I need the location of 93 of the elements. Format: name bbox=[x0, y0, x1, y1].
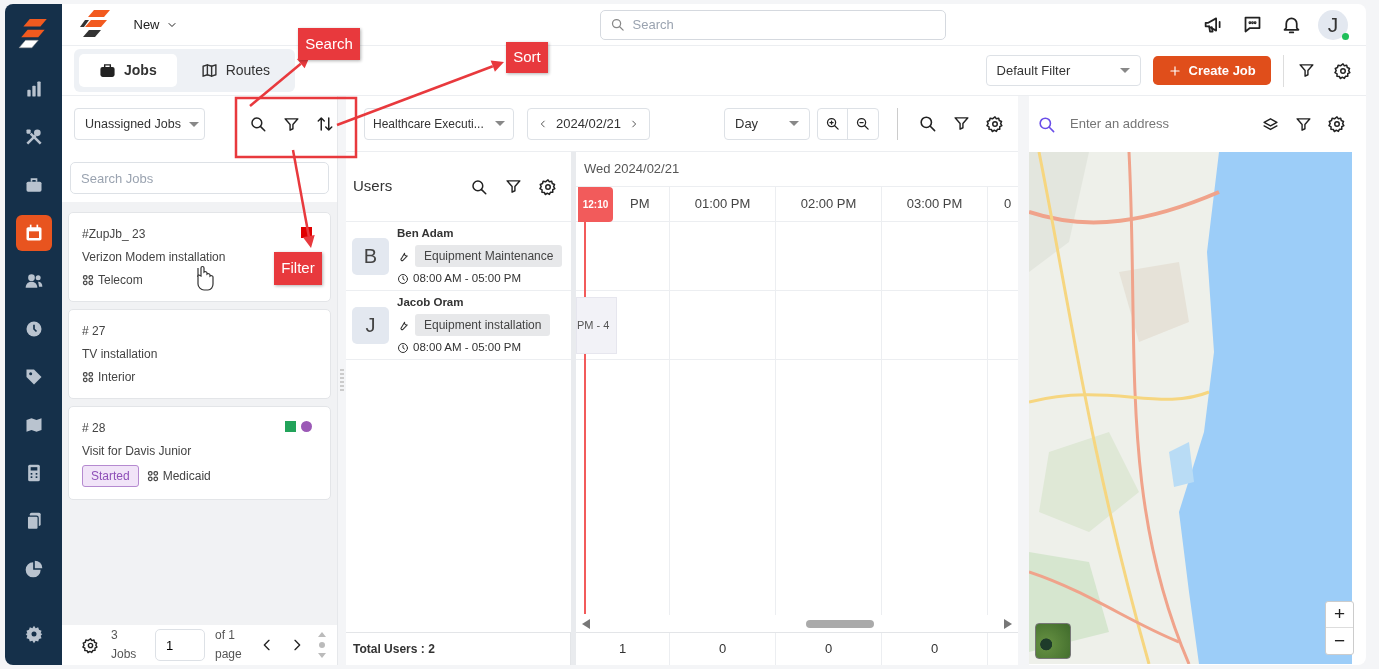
filter-icon bbox=[1297, 62, 1315, 79]
search-icon bbox=[609, 16, 625, 32]
job-category: Interior bbox=[98, 369, 136, 386]
filter-icon bbox=[505, 178, 522, 195]
search-icon bbox=[917, 114, 937, 133]
briefcase-icon bbox=[99, 62, 116, 79]
working-hours: 08:00 AM - 05:00 PM bbox=[413, 340, 522, 355]
hand-cursor-icon bbox=[197, 265, 214, 291]
settings-icon bbox=[23, 624, 44, 644]
count-cell-text: 1 bbox=[618, 640, 627, 659]
category-icon bbox=[146, 470, 159, 482]
user-avatar: B bbox=[352, 237, 389, 275]
count-cell-text: 0 bbox=[824, 640, 833, 659]
category-icon bbox=[82, 371, 94, 383]
settings-icon bbox=[1334, 61, 1352, 80]
filter-icon bbox=[1295, 115, 1312, 133]
status-tag: Started bbox=[82, 465, 139, 487]
date-picker[interactable]: 2024/02/21 bbox=[527, 107, 650, 140]
callout-label: Filter bbox=[274, 252, 322, 285]
settings-icon bbox=[539, 177, 557, 196]
view-tab[interactable]: Routes bbox=[180, 54, 291, 87]
filter-icon bbox=[952, 115, 970, 132]
scroll-right-icon[interactable] bbox=[1004, 618, 1012, 629]
sidebar-item[interactable] bbox=[15, 214, 52, 251]
job-event[interactable]: PM - 4 bbox=[576, 297, 617, 354]
skill-tag: Equipment Maintenance bbox=[415, 245, 563, 267]
time-header: 0 bbox=[1003, 195, 1012, 214]
time-header: 02:00 PM bbox=[800, 195, 857, 214]
drag-handle-icon bbox=[340, 368, 344, 393]
total-users: Total Users : 2 bbox=[353, 641, 435, 658]
clock-icon bbox=[397, 272, 409, 285]
create-job-button[interactable]: Create Job bbox=[1152, 56, 1271, 85]
current-time-marker: 12:10 bbox=[578, 187, 613, 222]
scrollbar-thumb[interactable] bbox=[806, 619, 874, 628]
time-header: 03:00 PM bbox=[906, 195, 963, 214]
filter-icon bbox=[283, 115, 300, 133]
page-count: of 1 page bbox=[215, 626, 243, 663]
job-category: Telecom bbox=[98, 272, 143, 289]
zoom-in-icon bbox=[824, 116, 840, 131]
job-title: TV installation bbox=[82, 346, 159, 363]
job-category: Medicaid bbox=[162, 468, 211, 485]
chat-icon bbox=[1242, 14, 1263, 35]
category-icon bbox=[82, 274, 94, 286]
day-label: Wed 2024/02/21 bbox=[584, 160, 680, 179]
job-list-select[interactable]: Unassigned Jobs bbox=[74, 108, 205, 140]
search-icon bbox=[1037, 115, 1056, 135]
sort-icon bbox=[316, 115, 334, 133]
user-name: Jacob Oram bbox=[397, 294, 465, 310]
view-tab[interactable]: Jobs bbox=[79, 54, 177, 87]
user-name: Ben Adam bbox=[397, 225, 455, 241]
search-icon bbox=[470, 177, 488, 196]
settings-button[interactable] bbox=[1326, 113, 1348, 135]
job-card[interactable]: # 28 Visit for Davis Junior Started Medicaid bbox=[68, 406, 331, 500]
clock-icon bbox=[397, 341, 409, 354]
scroll-left-icon[interactable] bbox=[582, 618, 590, 629]
job-card[interactable]: # 27 TV installation Interior bbox=[68, 309, 331, 399]
count-cell-text: 0 bbox=[930, 640, 939, 659]
time-header: PM bbox=[630, 195, 650, 214]
job-title: Visit for Davis Junior bbox=[82, 443, 193, 460]
layers-icon bbox=[1262, 115, 1279, 133]
plus-icon bbox=[1167, 63, 1182, 78]
callout-label: Sort bbox=[506, 42, 548, 73]
working-hours: 08:00 AM - 05:00 PM bbox=[413, 271, 522, 286]
skill-tag: Equipment installation bbox=[415, 314, 551, 336]
search-field[interactable]: Search bbox=[599, 9, 946, 40]
pie-chart-icon bbox=[23, 558, 44, 579]
zoom-in-button[interactable]: + bbox=[1326, 602, 1353, 628]
page-field[interactable]: 1 bbox=[155, 629, 205, 661]
new-menu[interactable]: New bbox=[131, 12, 180, 37]
settings-icon bbox=[1328, 115, 1346, 133]
avatar[interactable]: J bbox=[1318, 9, 1348, 40]
zoom-out-button[interactable]: − bbox=[1326, 628, 1353, 654]
view-select[interactable]: Day bbox=[724, 107, 810, 140]
filter-select[interactable]: Default Filter bbox=[985, 55, 1141, 86]
search-jobs-field[interactable]: Search Jobs bbox=[70, 162, 329, 194]
settings-icon bbox=[82, 636, 99, 654]
settings-icon bbox=[985, 114, 1004, 133]
job-number: #ZupJb_ 23 bbox=[82, 226, 147, 243]
search-icon bbox=[249, 115, 267, 133]
user-avatar: J bbox=[352, 306, 389, 344]
zoom-out-icon bbox=[855, 116, 870, 131]
time-header: 01:00 PM bbox=[694, 195, 751, 214]
satellite-layer-button[interactable] bbox=[1035, 623, 1071, 659]
job-number: # 28 bbox=[82, 420, 107, 437]
job-title: Verizon Modem installation bbox=[82, 249, 227, 266]
scroll-arrows-icon bbox=[317, 630, 327, 660]
job-number: # 27 bbox=[82, 323, 107, 340]
job-count: 3 Jobs bbox=[111, 626, 138, 663]
map-icon bbox=[200, 62, 218, 79]
count-cell-text: 0 bbox=[718, 640, 727, 659]
team-select[interactable]: Healthcare Executi... bbox=[364, 107, 514, 140]
users-title: Users bbox=[353, 176, 393, 197]
callout-label: Search bbox=[298, 28, 360, 60]
